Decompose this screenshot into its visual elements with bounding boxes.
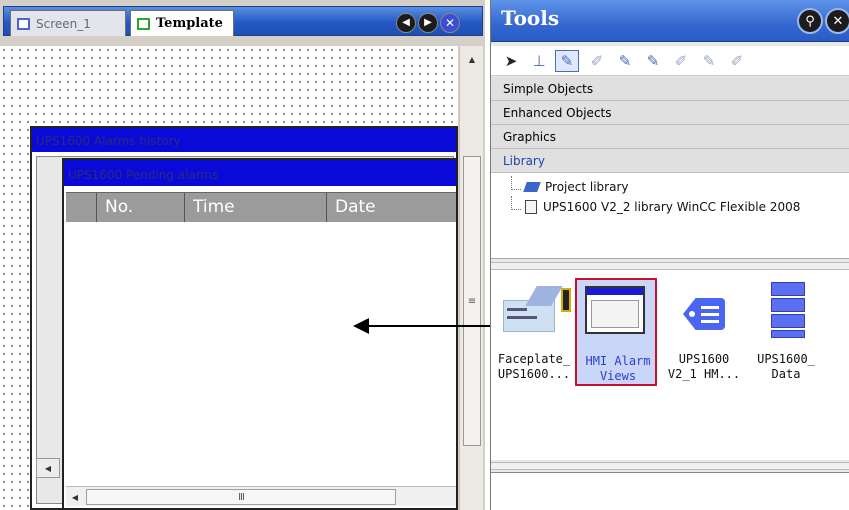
template-icon (137, 17, 150, 30)
element-label-line2: Views (599, 369, 637, 383)
tree-item-project-library[interactable]: Project library (511, 176, 629, 197)
close-icon: ✕ (444, 16, 456, 30)
close-editor-button[interactable]: ✕ (440, 13, 460, 33)
tab-screen-1[interactable]: Screen_1 (10, 10, 126, 36)
library-elements-pane: Faceplate_ UPS1600... HMI Alarm Views UP… (491, 270, 849, 460)
pending-alarms-list (66, 222, 456, 484)
element-label-line1: UPS1600 (678, 352, 730, 366)
edit-object-icon[interactable]: ✎ (555, 50, 579, 72)
library-element-ups1600-v2-1[interactable]: UPS1600 V2_1 HM... (663, 278, 745, 386)
multi-draw-icon[interactable]: ✎ (641, 50, 665, 72)
tools-header: Tools ⚲ ✕ (491, 0, 849, 42)
next-tab-button[interactable]: ▶ (418, 13, 438, 33)
pending-alarms-horizontal-scrollbar[interactable]: ◀ III (66, 486, 456, 506)
column-header-date[interactable]: Date (326, 193, 456, 223)
tools-bottom-pane (491, 472, 849, 510)
alarms-history-title: UPS1600 Alarms history (32, 128, 456, 152)
close-tools-button[interactable]: ✕ (825, 8, 849, 34)
element-label-line2: V2_1 HM... (667, 367, 741, 381)
scroll-left-icon[interactable]: ◀ (68, 489, 82, 505)
library-element-ups1600-data[interactable]: UPS1600_ Data (745, 278, 827, 386)
scrollbar-thumb[interactable]: ≡ (463, 156, 481, 446)
column-header-no[interactable]: No. (96, 193, 184, 223)
section-enhanced-objects[interactable]: Enhanced Objects (491, 101, 849, 125)
group-icon[interactable]: ✎ (697, 50, 721, 72)
section-library[interactable]: Library (491, 149, 849, 173)
library-element-faceplate[interactable]: Faceplate_ UPS1600... (493, 278, 575, 386)
stamp-icon[interactable]: ⊥ (527, 50, 551, 72)
element-label-line2: UPS1600... (497, 367, 571, 381)
tag-icon (671, 278, 735, 338)
faceplate-icon (501, 278, 571, 338)
tree-item-ups1600-library[interactable]: UPS1600 V2_2 library WinCC Flexible 2008 (511, 196, 801, 217)
library-element-hmi-alarm-views[interactable]: HMI Alarm Views (575, 278, 657, 386)
grip-icon: ≡ (467, 295, 477, 307)
library-icon (523, 182, 541, 192)
drag-arrow-head-icon (353, 318, 369, 334)
pen-icon[interactable]: ✐ (585, 50, 609, 72)
close-icon: ✕ (832, 13, 844, 29)
ungroup-icon[interactable]: ✐ (725, 50, 749, 72)
link-icon[interactable]: ✐ (669, 50, 693, 72)
scrollbar-thumb[interactable]: III (86, 489, 396, 505)
scroll-left-icon[interactable]: ◀ (36, 458, 60, 478)
tools-title: Tools (501, 6, 560, 30)
screen-icon (17, 17, 30, 30)
pin-button[interactable]: ⚲ (797, 8, 823, 34)
tools-panel: Tools ⚲ ✕ ➤ ⊥ ✎ ✐ ✎ ✎ ✐ ✎ ✐ Simple Objec… (490, 0, 849, 510)
screen-editor: Screen_1 Template ◀ ▶ ✕ ▲ ≡ UPS1600 Alar… (0, 0, 576, 510)
arrow-right-icon: ▶ (424, 17, 432, 28)
pane-splitter[interactable] (491, 462, 849, 470)
scroll-up-icon[interactable]: ▲ (462, 50, 482, 68)
section-graphics[interactable]: Graphics (491, 125, 849, 149)
tools-toolbar: ➤ ⊥ ✎ ✐ ✎ ✎ ✐ ✎ ✐ (491, 46, 849, 76)
editor-vertical-scrollbar[interactable]: ▲ ≡ (459, 46, 483, 510)
previous-tab-button[interactable]: ◀ (396, 13, 416, 33)
pending-alarms-title: UPS1600 Pending alarms (64, 160, 456, 186)
book-icon (525, 200, 537, 214)
column-header-time[interactable]: Time (184, 193, 326, 223)
alarm-view-icon (585, 280, 649, 340)
tab-label: Screen_1 (36, 16, 91, 31)
alarm-column-header-row: No. Time Date (66, 192, 456, 223)
pending-alarms-view[interactable]: UPS1600 Pending alarms No. Time Date ◀ I… (62, 158, 458, 510)
element-label-line1: Faceplate_ (497, 352, 571, 366)
tab-label: Template (156, 16, 223, 31)
tree-item-label: Project library (545, 180, 629, 194)
grip-icon: III (238, 491, 245, 503)
draw-icon[interactable]: ✎ (613, 50, 637, 72)
pointer-icon[interactable]: ➤ (499, 50, 523, 72)
element-label-line1: HMI Alarm (585, 354, 651, 368)
section-simple-objects[interactable]: Simple Objects (491, 77, 849, 101)
element-label-line2: Data (771, 367, 801, 381)
data-block-icon (753, 278, 817, 338)
arrow-left-icon: ◀ (402, 17, 410, 28)
element-label-line1: UPS1600_ (757, 352, 815, 366)
pin-icon: ⚲ (805, 13, 815, 29)
tree-item-label: UPS1600 V2_2 library WinCC Flexible 2008 (543, 200, 801, 214)
pane-splitter[interactable] (491, 262, 849, 270)
tab-template[interactable]: Template (130, 10, 234, 36)
library-tree: Project library UPS1600 V2_2 library Win… (491, 173, 849, 259)
